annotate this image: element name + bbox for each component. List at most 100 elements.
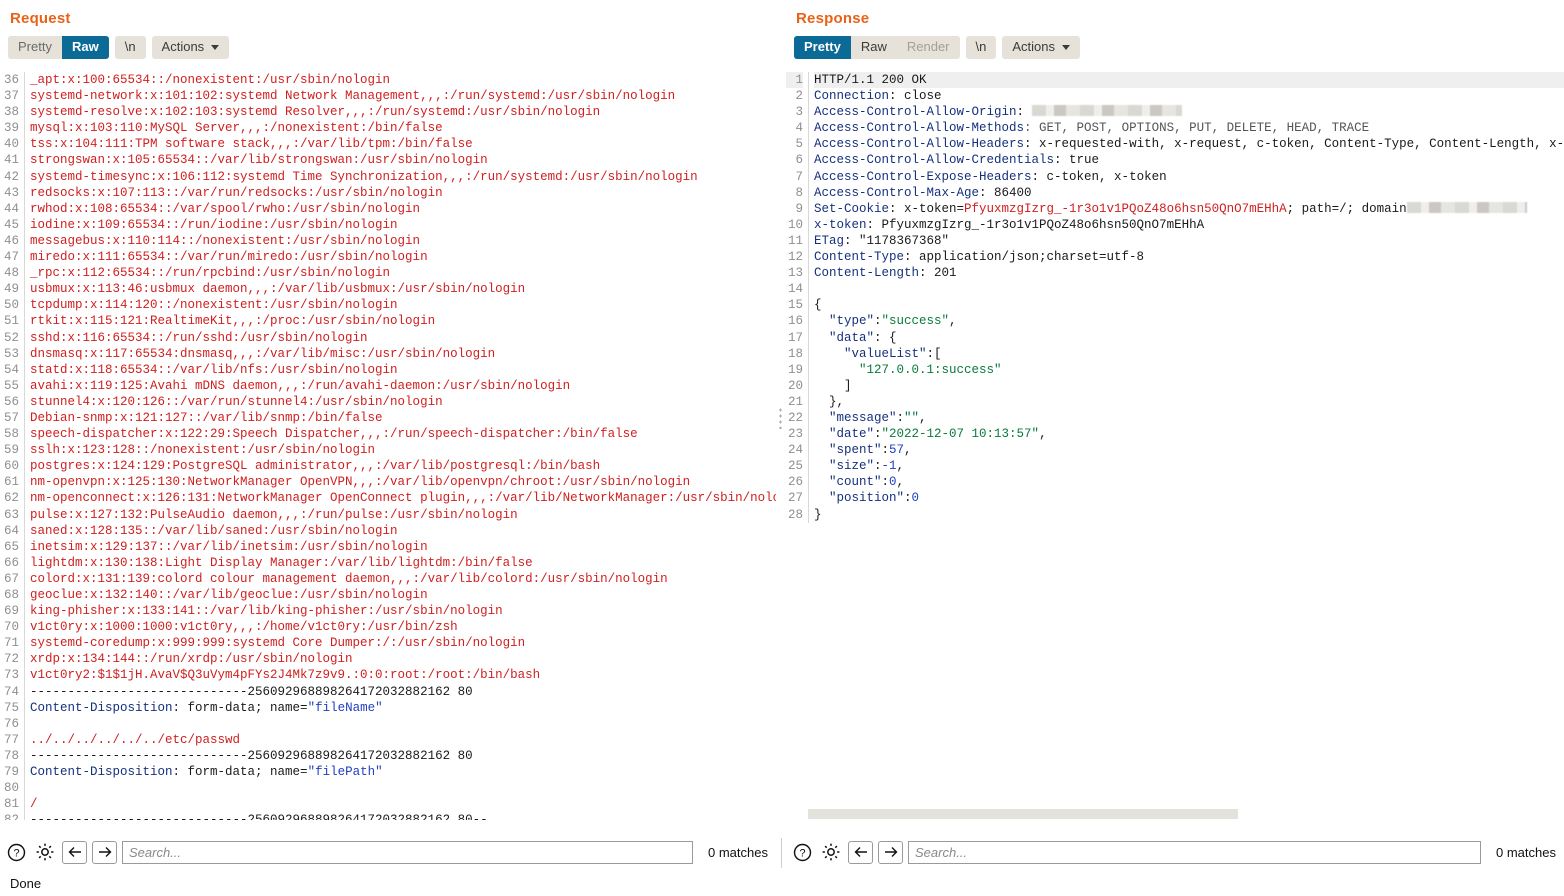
code-line[interactable]: HTTP/1.1 200 OK <box>814 72 1564 89</box>
code-line[interactable] <box>30 780 776 796</box>
code-line[interactable]: iodine:x:109:65534::/run/iodine:/usr/sbi… <box>30 217 776 233</box>
code-line[interactable] <box>30 716 776 732</box>
search-prev-button[interactable] <box>848 840 873 864</box>
request-newline-toggle[interactable]: \n <box>114 36 146 59</box>
code-line[interactable]: Content-Disposition: form-data; name="fi… <box>30 700 776 716</box>
code-line[interactable]: stunnel4:x:120:126::/var/run/stunnel4:/u… <box>30 394 776 410</box>
code-line[interactable]: Access-Control-Allow-Headers: x-requeste… <box>814 136 1564 152</box>
code-line[interactable]: -----------------------------25609296889… <box>30 748 776 764</box>
response-tab-pretty[interactable]: Pretty <box>794 36 851 59</box>
code-line[interactable]: Access-Control-Allow-Origin: <box>814 104 1564 120</box>
code-line[interactable]: saned:x:128:135::/var/lib/saned:/usr/sbi… <box>30 523 776 539</box>
code-line[interactable]: "date":"2022-12-07 10:13:57", <box>814 426 1564 442</box>
code-line[interactable]: "count":0, <box>814 474 1564 490</box>
code-line[interactable]: tcpdump:x:114:120::/nonexistent:/usr/sbi… <box>30 297 776 313</box>
code-line[interactable]: mysql:x:103:110:MySQL Server,,,:/nonexis… <box>30 120 776 136</box>
response-editor[interactable]: 1 2 3 4 5 6 7 8 9 10 11 12 13 14 15 16 17 18 19 20 21 22 23 24 2… <box>786 72 1564 820</box>
code-line[interactable]: } <box>814 507 1564 523</box>
code-line[interactable]: v1ct0ry:x:1000:1000:v1ct0ry,,,:/home/v1c… <box>30 619 776 635</box>
code-line[interactable]: _rpc:x:112:65534::/run/rpcbind:/usr/sbin… <box>30 265 776 281</box>
code-line[interactable]: systemd-resolve:x:102:103:systemd Resolv… <box>30 104 776 120</box>
code-line[interactable]: Access-Control-Max-Age: 86400 <box>814 185 1564 201</box>
code-line[interactable]: inetsim:x:129:137::/var/lib/inetsim:/usr… <box>30 539 776 555</box>
response-actions-menu[interactable]: Actions <box>1002 36 1080 59</box>
code-line[interactable]: Connection: close <box>814 88 1564 104</box>
response-horizontal-scrollbar[interactable] <box>808 808 1562 820</box>
code-line[interactable]: tss:x:104:111:TPM software stack,,,:/var… <box>30 136 776 152</box>
code-line[interactable]: systemd-coredump:x:999:999:systemd Core … <box>30 635 776 651</box>
request-tab-pretty[interactable]: Pretty <box>8 36 62 59</box>
code-line[interactable]: usbmux:x:113:46:usbmux daemon,,,:/var/li… <box>30 281 776 297</box>
response-newline-button[interactable]: \n <box>965 36 997 59</box>
code-line[interactable]: colord:x:131:139:colord colour managemen… <box>30 571 776 587</box>
response-view-tabs[interactable]: Pretty Raw Render <box>794 36 960 59</box>
code-line[interactable]: messagebus:x:110:114::/nonexistent:/usr/… <box>30 233 776 249</box>
gear-icon[interactable] <box>819 840 843 864</box>
code-line[interactable]: Access-Control-Allow-Methods: GET, POST,… <box>814 120 1564 136</box>
code-line[interactable]: Content-Length: 201 <box>814 265 1564 281</box>
code-line[interactable]: systemd-network:x:101:102:systemd Networ… <box>30 88 776 104</box>
search-prev-button[interactable] <box>62 840 87 864</box>
code-line[interactable]: geoclue:x:132:140::/var/lib/geoclue:/usr… <box>30 587 776 603</box>
code-line[interactable]: avahi:x:119:125:Avahi mDNS daemon,,,:/ru… <box>30 378 776 394</box>
response-tab-render[interactable]: Render <box>896 36 960 59</box>
code-line[interactable]: redsocks:x:107:113::/var/run/redsocks:/u… <box>30 185 776 201</box>
code-line[interactable]: xrdp:x:134:144::/run/xrdp:/usr/sbin/nolo… <box>30 651 776 667</box>
code-line[interactable]: king-phisher:x:133:141::/var/lib/king-ph… <box>30 603 776 619</box>
code-line[interactable]: ../../../../../../etc/passwd <box>30 732 776 748</box>
code-line[interactable]: nm-openconnect:x:126:131:NetworkManager … <box>30 490 776 506</box>
code-line[interactable]: lightdm:x:130:138:Light Display Manager:… <box>30 555 776 571</box>
code-line[interactable]: Access-Control-Expose-Headers: c-token, … <box>814 169 1564 185</box>
code-line[interactable]: Content-Type: application/json;charset=u… <box>814 249 1564 265</box>
request-editor[interactable]: 36 37 38 39 40 41 42 43 44 45 46 47 48 49 50 51 52 53 54 55… <box>0 72 776 820</box>
pane-splitter[interactable] <box>776 0 786 836</box>
code-line[interactable]: -----------------------------25609296889… <box>30 684 776 700</box>
gear-icon[interactable] <box>33 840 57 864</box>
code-line[interactable]: "spent":57, <box>814 442 1564 458</box>
request-search-input[interactable]: Search... <box>122 840 694 864</box>
response-search-input[interactable]: Search... <box>908 840 1482 864</box>
code-line[interactable]: sshd:x:116:65534::/run/sshd:/usr/sbin/no… <box>30 330 776 346</box>
code-line[interactable]: strongswan:x:105:65534::/var/lib/strongs… <box>30 152 776 168</box>
code-line[interactable]: systemd-timesync:x:106:112:systemd Time … <box>30 169 776 185</box>
code-line[interactable]: ] <box>814 378 1564 394</box>
code-line[interactable]: statd:x:118:65534::/var/lib/nfs:/usr/sbi… <box>30 362 776 378</box>
help-icon[interactable]: ? <box>790 840 814 864</box>
request-view-tabs[interactable]: Pretty Raw <box>8 36 109 59</box>
code-line[interactable]: dnsmasq:x:117:65534:dnsmasq,,,:/var/lib/… <box>30 346 776 362</box>
code-line[interactable]: "valueList":[ <box>814 346 1564 362</box>
search-next-button[interactable] <box>878 840 903 864</box>
code-line[interactable]: rwhod:x:108:65534::/var/spool/rwho:/usr/… <box>30 201 776 217</box>
code-line[interactable]: "type":"success", <box>814 313 1564 329</box>
code-line[interactable]: v1ct0ry2:$1$1jH.AvaV$Q3uVym4pFYs2J4Mk7z9… <box>30 667 776 683</box>
response-code[interactable]: HTTP/1.1 200 OK Connection: close Access-C… <box>808 72 1564 523</box>
code-line[interactable]: Set-Cookie: x-token=PfyuxmzgIzrg_-1r3o1v… <box>814 201 1564 217</box>
response-newline-toggle[interactable]: \n <box>965 36 997 59</box>
code-line[interactable]: _apt:x:100:65534::/nonexistent:/usr/sbin… <box>30 72 776 88</box>
code-line[interactable]: "127.0.0.1:success" <box>814 362 1564 378</box>
code-line[interactable]: rtkit:x:115:121:RealtimeKit,,,:/proc:/us… <box>30 313 776 329</box>
code-line[interactable]: miredo:x:111:65534::/var/run/miredo:/usr… <box>30 249 776 265</box>
code-line[interactable] <box>814 281 1564 297</box>
code-line[interactable]: "size":-1, <box>814 458 1564 474</box>
code-line[interactable]: sslh:x:123:128::/nonexistent:/usr/sbin/n… <box>30 442 776 458</box>
code-line[interactable]: nm-openvpn:x:125:130:NetworkManager Open… <box>30 474 776 490</box>
response-tab-raw[interactable]: Raw <box>850 36 897 59</box>
code-line[interactable]: "position":0 <box>814 490 1564 506</box>
code-line[interactable]: Access-Control-Allow-Credentials: true <box>814 152 1564 168</box>
code-line[interactable]: }, <box>814 394 1564 410</box>
help-icon[interactable]: ? <box>4 840 28 864</box>
code-line[interactable]: x-token: PfyuxmzgIzrg_-1r3o1v1PQoZ48o6hs… <box>814 217 1564 233</box>
scrollbar-thumb[interactable] <box>808 809 1238 819</box>
code-line[interactable]: { <box>814 297 1564 313</box>
code-line[interactable]: "message":"", <box>814 410 1564 426</box>
search-next-button[interactable] <box>92 840 117 864</box>
code-line[interactable]: ETag: "1178367368" <box>814 233 1564 249</box>
code-line[interactable]: speech-dispatcher:x:122:29:Speech Dispat… <box>30 426 776 442</box>
code-line[interactable]: / <box>30 796 776 812</box>
code-line[interactable]: pulse:x:127:132:PulseAudio daemon,,,:/ru… <box>30 507 776 523</box>
code-line[interactable]: postgres:x:124:129:PostgreSQL administra… <box>30 458 776 474</box>
request-code[interactable]: _apt:x:100:65534::/nonexistent:/usr/sbin… <box>24 72 776 820</box>
code-line[interactable]: Content-Disposition: form-data; name="fi… <box>30 764 776 780</box>
code-line[interactable]: -----------------------------25609296889… <box>30 812 776 820</box>
